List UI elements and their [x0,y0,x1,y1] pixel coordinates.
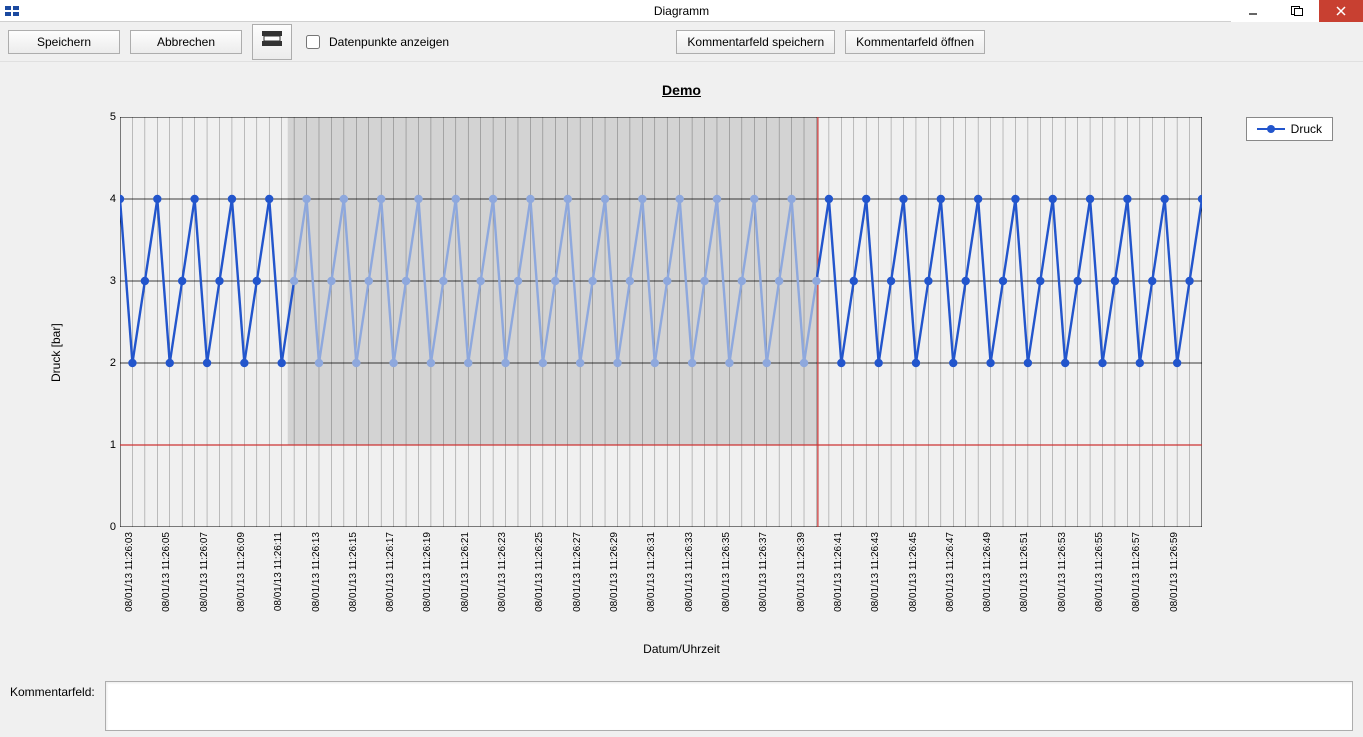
x-axis-label: Datum/Uhrzeit [643,642,720,656]
chart-title: Demo [662,82,701,98]
x-tick: 08/01/13 11:26:39 [796,532,807,612]
x-tick: 08/01/13 11:26:59 [1169,532,1180,612]
x-tick: 08/01/13 11:26:31 [646,532,657,612]
close-button[interactable] [1319,0,1363,22]
x-tick: 08/01/13 11:26:25 [534,532,545,612]
x-tick: 08/01/13 11:26:45 [908,532,919,612]
x-tick: 08/01/13 11:26:57 [1131,532,1142,612]
y-tick: 5 [110,111,116,123]
x-tick: 08/01/13 11:26:21 [460,532,471,612]
y-tick: 2 [110,357,116,369]
minimize-button[interactable] [1231,0,1275,22]
y-tick: 4 [110,193,116,205]
chart-area: Demo Druck [bar] Datum/Uhrzeit 08/01/13 … [0,62,1363,672]
x-tick: 08/01/13 11:26:43 [870,532,881,612]
x-tick: 08/01/13 11:26:53 [1057,532,1068,612]
maximize-button[interactable] [1275,0,1319,22]
y-tick: 0 [110,521,116,533]
legend-swatch-icon [1257,124,1285,134]
toolbar: Speichern Abbrechen Datenpunkte anzeigen… [0,22,1363,62]
x-tick: 08/01/13 11:26:55 [1094,532,1105,612]
datapoints-checkbox[interactable] [306,35,320,49]
y-tick: 3 [110,275,116,287]
x-tick: 08/01/13 11:26:19 [422,532,433,612]
comment-row: Kommentarfeld: [0,673,1363,737]
chart-plot[interactable] [120,117,1202,527]
datapoints-label: Datenpunkte anzeigen [329,35,449,49]
title-bar: Diagramm [0,0,1363,22]
y-axis-label: Druck [bar] [49,323,63,382]
app-icon [4,4,22,18]
x-tick: 08/01/13 11:26:11 [273,532,284,611]
x-tick: 08/01/13 11:26:23 [497,532,508,612]
x-tick: 08/01/13 11:26:17 [385,532,396,612]
window-controls [1231,0,1363,22]
y-tick: 1 [110,439,116,451]
cancel-button[interactable]: Abbrechen [130,30,242,54]
comment-textarea[interactable] [105,681,1353,731]
x-tick: 08/01/13 11:26:27 [572,532,583,612]
datapoints-checkbox-wrap[interactable]: Datenpunkte anzeigen [302,32,449,52]
x-tick: 08/01/13 11:26:37 [758,532,769,612]
legend-series-label: Druck [1291,122,1322,136]
x-tick: 08/01/13 11:26:35 [721,532,732,612]
comment-save-button[interactable]: Kommentarfeld speichern [676,30,835,54]
x-tick: 08/01/13 11:26:13 [311,532,322,612]
x-tick: 08/01/13 11:26:41 [833,532,844,612]
print-button[interactable] [252,24,292,60]
comment-label: Kommentarfeld: [10,681,95,699]
comment-open-button[interactable]: Kommentarfeld öffnen [845,30,985,54]
x-tick: 08/01/13 11:26:09 [236,532,247,612]
window-title: Diagramm [654,4,709,18]
x-tick-labels: 08/01/13 11:26:03 08/01/13 11:26:05 08/01/… [120,532,1202,632]
x-tick: 08/01/13 11:26:49 [982,532,993,612]
x-tick: 08/01/13 11:26:33 [684,532,695,612]
x-tick: 08/01/13 11:26:47 [945,532,956,612]
x-tick: 08/01/13 11:26:03 [124,532,135,612]
legend: Druck [1246,117,1333,141]
x-tick: 08/01/13 11:26:05 [161,532,172,612]
print-icon [260,29,284,54]
x-tick: 08/01/13 11:26:29 [609,532,620,612]
save-button[interactable]: Speichern [8,30,120,54]
x-tick: 08/01/13 11:26:07 [199,532,210,612]
x-tick: 08/01/13 11:26:15 [348,532,359,612]
x-tick: 08/01/13 11:26:51 [1019,532,1030,612]
